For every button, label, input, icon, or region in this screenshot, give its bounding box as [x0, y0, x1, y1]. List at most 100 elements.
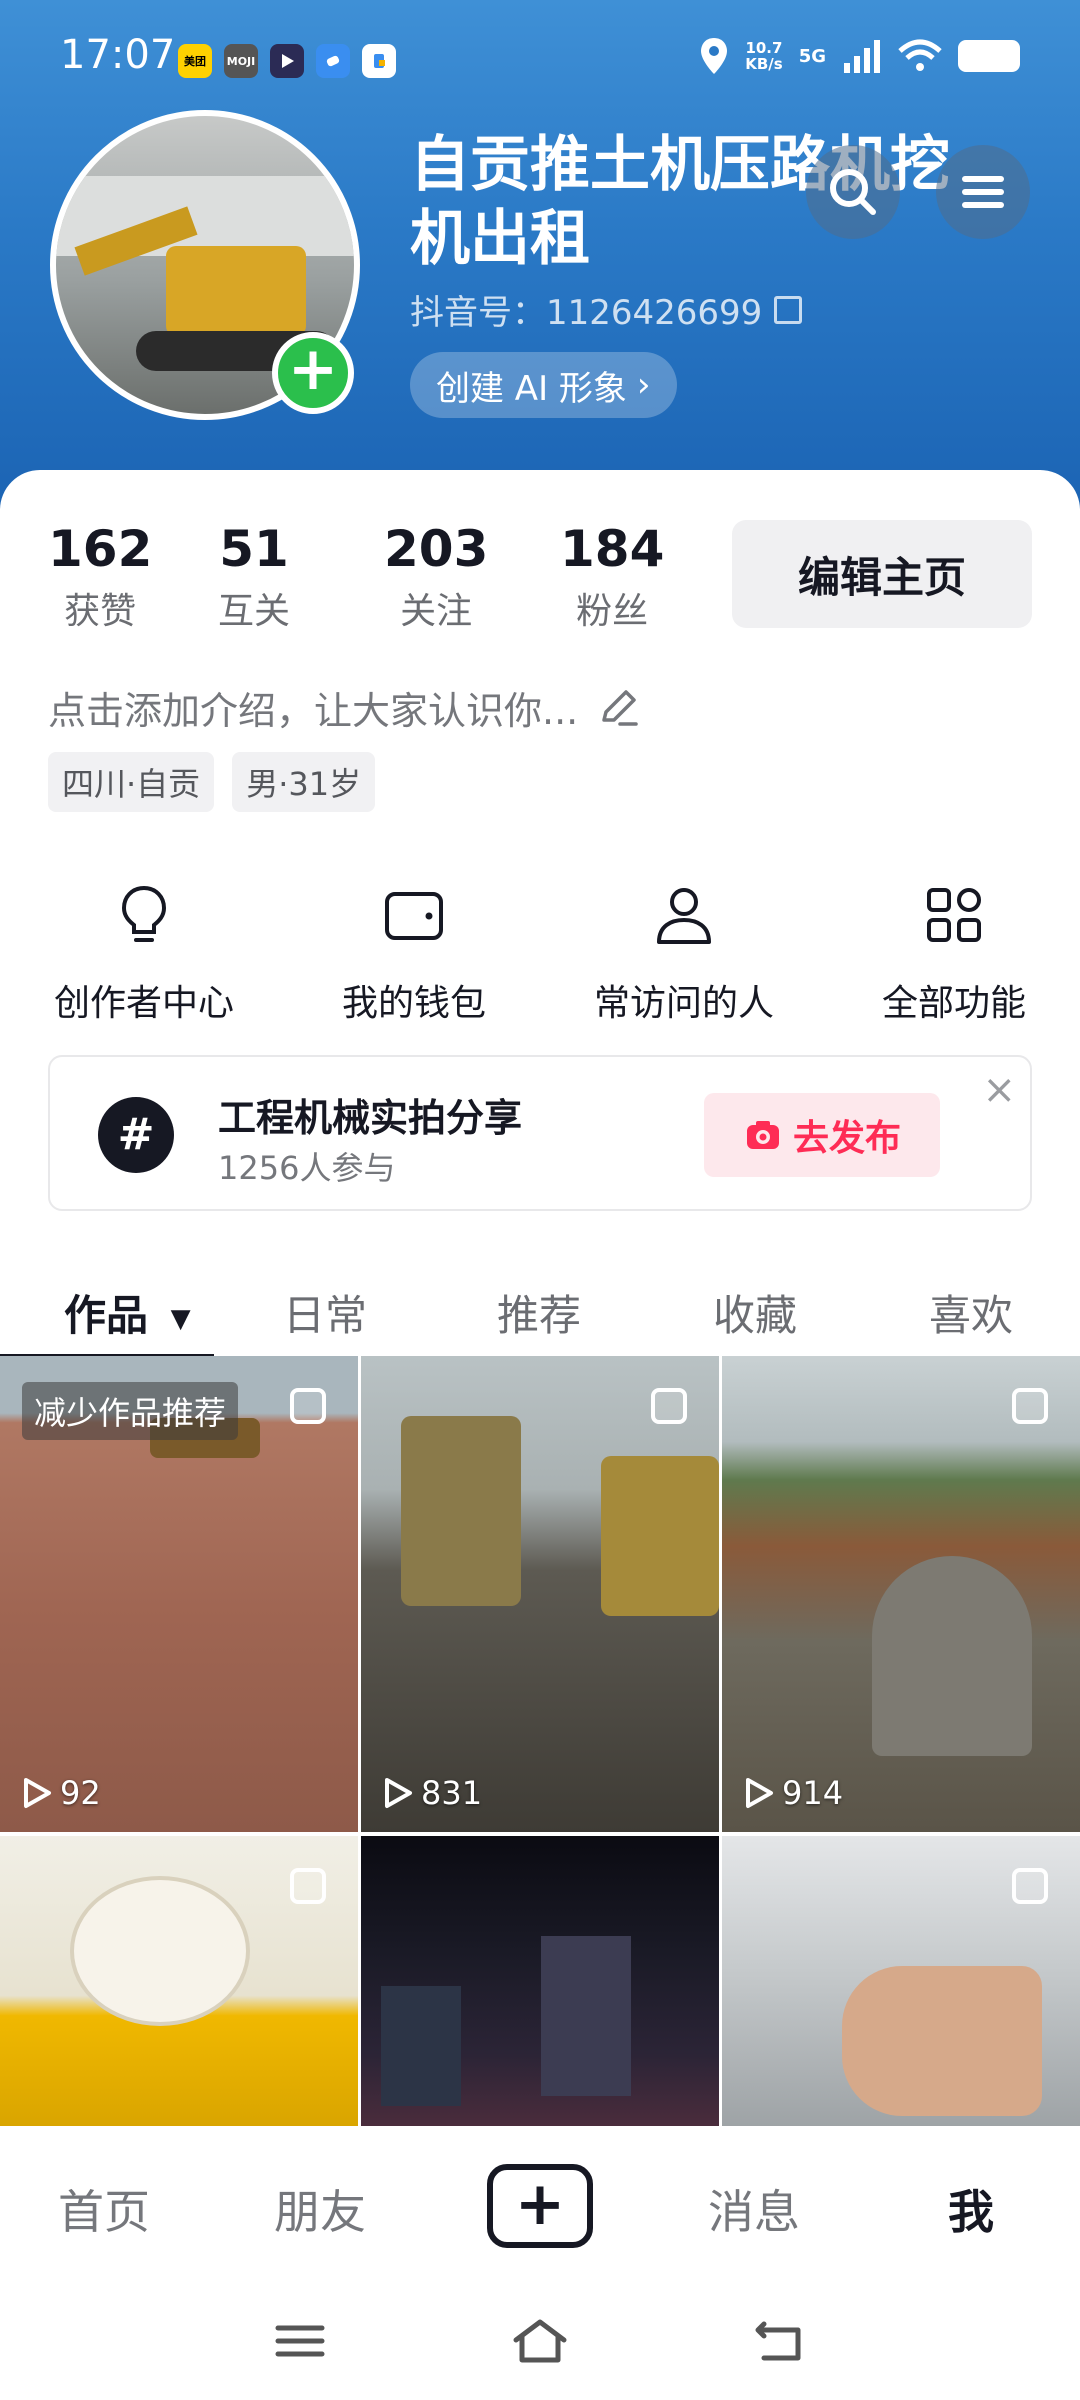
- lightbulb-icon: [121, 885, 167, 942]
- engine-shape: [872, 1556, 1032, 1756]
- status-time: 17:07: [60, 32, 176, 78]
- battery-icon: [958, 40, 1020, 72]
- douyin-id[interactable]: 抖音号：1126426699: [410, 285, 803, 334]
- profile-tags: 四川·自贡 男·31岁: [48, 752, 376, 812]
- bio-text: 点击添加介绍，让大家认识你...: [48, 689, 579, 733]
- tab-daily[interactable]: 日常: [283, 1282, 367, 1343]
- shortcut-creator-center[interactable]: 创作者中心: [24, 880, 264, 1026]
- search-button[interactable]: [806, 145, 900, 239]
- go-publish-label: 去发布: [792, 1118, 901, 1159]
- add-avatar-button[interactable]: +: [272, 332, 354, 414]
- back-button[interactable]: [750, 2316, 810, 2366]
- video-thumbnail[interactable]: 减少作品推荐 92: [0, 1356, 358, 1832]
- stat-likes-value: 162: [48, 520, 153, 578]
- nav-messages[interactable]: 消息: [708, 2176, 800, 2242]
- create-post-button[interactable]: +: [487, 2164, 593, 2248]
- play-icon: [385, 1778, 412, 1808]
- bottom-nav: 首页 朋友 + 消息 我: [0, 2130, 1080, 2280]
- net-speed-unit: KB/s: [745, 55, 783, 73]
- location-tag: 四川·自贡: [48, 752, 215, 812]
- stat-mutual-value: 51: [219, 520, 289, 578]
- network-type: 5G: [798, 45, 826, 67]
- gender-age-tag: 男·31岁: [232, 752, 376, 812]
- menu-button[interactable]: [936, 145, 1030, 239]
- hamburger-menu-icon: [275, 2325, 325, 2357]
- shortcut-all-features[interactable]: 全部功能: [834, 880, 1074, 1026]
- stat-followers[interactable]: 184 粉丝: [560, 520, 664, 634]
- nav-me[interactable]: 我: [948, 2176, 994, 2242]
- tab-works-label: 作品: [64, 1291, 149, 1340]
- play-count: 92: [22, 1774, 101, 1812]
- tab-works[interactable]: 作品 ▼: [64, 1282, 191, 1343]
- stat-following[interactable]: 203 关注: [384, 520, 488, 634]
- search-icon: [830, 169, 876, 215]
- status-app-icons: 美团 MOJI: [178, 44, 396, 78]
- select-checkbox[interactable]: [1012, 1388, 1048, 1424]
- back-icon: [755, 2321, 801, 2361]
- recents-button[interactable]: [270, 2316, 330, 2366]
- create-ai-avatar-button[interactable]: 创建 AI 形象 ›: [410, 352, 677, 418]
- topic-card[interactable]: # 工程机械实拍分享 1256人参与 去发布 ×: [48, 1055, 1032, 1211]
- select-checkbox[interactable]: [290, 1868, 326, 1904]
- play-count-value: 92: [60, 1774, 101, 1812]
- system-navigation-bar: [0, 2280, 1080, 2400]
- qr-code-icon[interactable]: [774, 295, 803, 324]
- stat-followers-value: 184: [560, 520, 665, 578]
- content-tabs: 作品 ▼ 日常 推荐 收藏 喜欢: [0, 1260, 1080, 1360]
- stat-followers-label: 粉丝: [576, 591, 649, 632]
- video-thumbnail[interactable]: [361, 1836, 719, 2126]
- play-icon: [746, 1778, 773, 1808]
- select-checkbox[interactable]: [290, 1388, 326, 1424]
- location-icon: [701, 38, 728, 74]
- video-thumbnail[interactable]: 831: [361, 1356, 719, 1832]
- excavator-shape: [401, 1416, 521, 1606]
- dropdown-arrow-icon[interactable]: ▼: [171, 1304, 191, 1334]
- cloud-app-icon: [316, 44, 350, 78]
- tab-favorites[interactable]: 收藏: [713, 1282, 797, 1343]
- camera-icon: [746, 1121, 779, 1149]
- building-shape: [381, 1986, 461, 2106]
- close-icon[interactable]: ×: [982, 1067, 1016, 1113]
- home-icon: [513, 2319, 567, 2363]
- shortcut-creator-center-label: 创作者中心: [53, 983, 234, 1024]
- stat-mutual[interactable]: 51 互关: [218, 520, 290, 634]
- video-thumbnail[interactable]: 914: [722, 1356, 1080, 1832]
- select-checkbox[interactable]: [1012, 1868, 1048, 1904]
- go-publish-button[interactable]: 去发布: [704, 1093, 940, 1177]
- bio-prompt[interactable]: 点击添加介绍，让大家认识你...: [48, 680, 640, 735]
- wifi-icon: [898, 39, 942, 71]
- building-shape: [541, 1936, 631, 2096]
- video-thumbnail[interactable]: [0, 1836, 358, 2126]
- select-checkbox[interactable]: [651, 1388, 687, 1424]
- video-thumbnail[interactable]: [722, 1836, 1080, 2126]
- shortcut-wallet-label: 我的钱包: [341, 983, 486, 1024]
- home-button[interactable]: [510, 2316, 570, 2366]
- tab-recommend[interactable]: 推荐: [497, 1282, 581, 1343]
- nav-home[interactable]: 首页: [58, 2176, 150, 2242]
- play-count: 831: [383, 1774, 482, 1812]
- moji-app-icon: MOJI: [224, 44, 258, 78]
- excavator-shape: [601, 1456, 719, 1616]
- nav-friends[interactable]: 朋友: [274, 2176, 366, 2242]
- net-speed: 10.7 KB/s: [745, 40, 782, 72]
- topic-title: 工程机械实拍分享: [218, 1096, 523, 1140]
- stat-likes[interactable]: 162 获赞: [48, 520, 152, 634]
- shortcut-row: 创作者中心 我的钱包 常访问的人 全部功能: [0, 880, 1080, 1030]
- reduce-recommendation-tag[interactable]: 减少作品推荐: [22, 1382, 239, 1440]
- player-app-icon: [270, 44, 304, 78]
- shortcut-wallet[interactable]: 我的钱包: [294, 880, 534, 1026]
- stat-following-label: 关注: [400, 591, 473, 632]
- file-app-icon: [362, 44, 396, 78]
- stat-mutual-label: 互关: [218, 591, 291, 632]
- shortcut-all-features-label: 全部功能: [881, 983, 1026, 1024]
- tab-likes[interactable]: 喜欢: [929, 1282, 1013, 1343]
- shortcut-frequent-visitors[interactable]: 常访问的人: [564, 880, 804, 1026]
- stat-following-value: 203: [384, 520, 489, 578]
- edit-profile-button[interactable]: 编辑主页: [732, 520, 1032, 628]
- grid-icon: [927, 888, 981, 942]
- chevron-right-icon: ›: [636, 365, 651, 405]
- stat-likes-label: 获赞: [64, 591, 137, 632]
- play-count: 914: [744, 1774, 843, 1812]
- hashtag-icon: #: [98, 1097, 174, 1173]
- status-bar: 17:07 美团 MOJI 10.7 KB/s 5G: [0, 0, 1080, 120]
